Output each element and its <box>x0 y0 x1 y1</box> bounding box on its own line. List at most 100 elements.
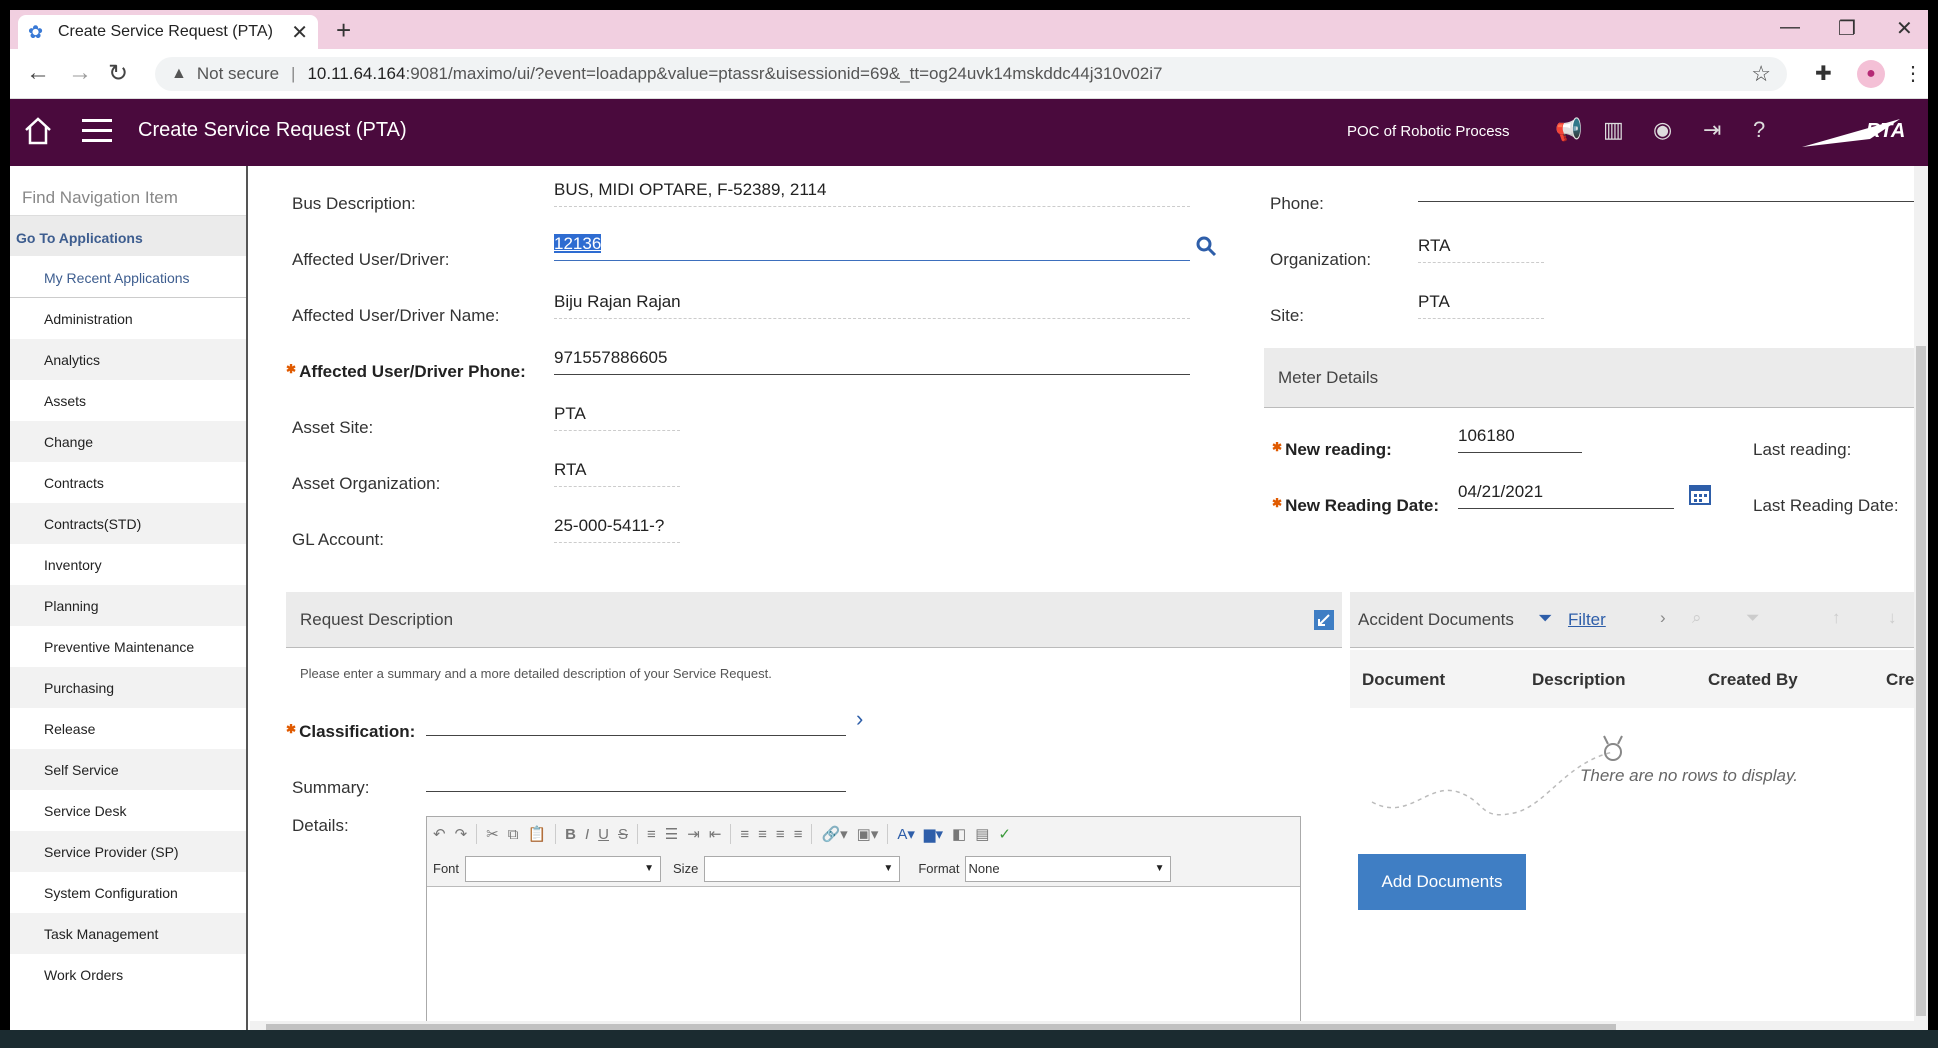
image-icon[interactable]: ▣▾ <box>857 825 879 843</box>
summary-field[interactable] <box>426 770 846 792</box>
size-select[interactable]: ▼ <box>704 855 901 882</box>
sidebar-item-work-orders[interactable]: Work Orders <box>10 954 246 995</box>
move-up-icon[interactable]: ↑ <box>1832 608 1841 628</box>
new-reading-date-field[interactable]: 04/21/2021 <box>1458 482 1674 509</box>
forward-icon[interactable]: → <box>68 59 92 87</box>
background-color-icon[interactable]: ▆▾ <box>924 825 943 843</box>
browser-menu-icon[interactable]: ⋮ <box>1903 61 1923 86</box>
numbered-list-icon[interactable]: ≡ <box>647 826 656 843</box>
clear-filter-icon[interactable]: ⏷ <box>1746 608 1760 628</box>
extensions-icon[interactable]: ✚ <box>1815 61 1832 86</box>
vertical-scrollbar[interactable] <box>1914 166 1928 1024</box>
profile-icon[interactable]: ◉ <box>1653 117 1672 143</box>
copy-icon[interactable]: ⧉ <box>508 826 519 843</box>
vertical-scrollbar-thumb[interactable] <box>1916 346 1926 1016</box>
hamburger-menu-icon[interactable] <box>82 119 112 143</box>
minimize-icon[interactable]: — <box>1780 16 1800 39</box>
close-window-icon[interactable]: ✕ <box>1896 16 1913 41</box>
sidebar-item-contracts-std[interactable]: Contracts(STD) <box>10 503 246 544</box>
search-table-icon[interactable]: ⌕ <box>1692 608 1702 628</box>
align-center-icon[interactable]: ≡ <box>758 826 767 843</box>
bookmark-star-icon[interactable]: ☆ <box>1751 61 1771 87</box>
calendar-icon[interactable] <box>1688 482 1712 506</box>
accident-documents-toolbar: Accident Documents ⏷ Filter › ⌕ ⏷ ↑ ↓ <box>1350 592 1928 648</box>
url-path: :9081/maximo/ui/?event=loadapp&value=pta… <box>405 64 1163 83</box>
justify-icon[interactable]: ≡ <box>794 826 803 843</box>
spellcheck-icon[interactable]: ✓ <box>998 825 1011 843</box>
phone-field[interactable] <box>1418 184 1928 202</box>
font-color-icon[interactable]: A▾ <box>897 825 915 843</box>
new-tab-icon[interactable]: + <box>336 15 351 46</box>
affected-user-name-value: Biju Rajan Rajan <box>554 292 1190 319</box>
summary-label: Summary: <box>292 778 370 797</box>
profile-avatar-icon[interactable]: ● <box>1857 60 1885 88</box>
bulletins-icon[interactable]: 📢 <box>1555 117 1582 143</box>
filter-link[interactable]: Filter <box>1568 610 1606 630</box>
align-left-icon[interactable]: ≡ <box>740 826 749 843</box>
sidebar-item-analytics[interactable]: Analytics <box>10 339 246 380</box>
svg-text:RTA: RTA <box>1866 120 1905 142</box>
paste-text-icon[interactable]: ▤ <box>975 825 989 843</box>
url-input[interactable]: ▲ Not secure | 10.11.64.164 :9081/maximo… <box>155 57 1787 91</box>
find-navigation-input[interactable]: Find Navigation Item <box>10 166 246 216</box>
bold-icon[interactable]: B <box>565 826 576 843</box>
close-tab-icon[interactable]: ✕ <box>291 20 308 45</box>
browser-tab[interactable]: ✿ Create Service Request (PTA) ✕ <box>18 15 318 49</box>
format-value: None <box>968 860 1000 876</box>
strikethrough-icon[interactable]: S <box>618 826 628 843</box>
back-icon[interactable]: ← <box>26 59 50 87</box>
go-to-applications-header[interactable]: Go To Applications <box>10 216 246 256</box>
affected-user-phone-field[interactable]: 971557886605 <box>554 348 1190 375</box>
indent-icon[interactable]: ⇥ <box>687 825 700 843</box>
affected-user-field[interactable]: 12136 <box>554 234 1190 261</box>
sidebar-item-contracts[interactable]: Contracts <box>10 462 246 503</box>
sidebar-item-inventory[interactable]: Inventory <box>10 544 246 585</box>
new-reading-field[interactable]: 106180 <box>1458 426 1582 453</box>
expand-section-icon[interactable] <box>1314 610 1334 630</box>
format-select[interactable]: None ▼ <box>965 855 1172 882</box>
sidebar-item-administration[interactable]: Administration <box>10 298 246 339</box>
my-recent-applications[interactable]: My Recent Applications <box>10 256 246 298</box>
link-icon[interactable]: 🔗▾ <box>821 825 847 843</box>
sidebar-item-self-service[interactable]: Self Service <box>10 749 246 790</box>
details-rich-text-editor[interactable]: ↶ ↷ ✂ ⧉ 📋 B I U S ≡ ☰ ⇥ ⇤ ≡ ≡ ≡ ≡ 🔗▾ ▣▾ … <box>426 816 1301 1036</box>
sidebar-item-service-provider[interactable]: Service Provider (SP) <box>10 831 246 872</box>
outdent-icon[interactable]: ⇤ <box>709 825 722 843</box>
sidebar-item-purchasing[interactable]: Purchasing <box>10 667 246 708</box>
underline-icon[interactable]: U <box>598 826 609 843</box>
sidebar-item-system-configuration[interactable]: System Configuration <box>10 872 246 913</box>
filter-icon[interactable]: ⏷ <box>1538 608 1552 629</box>
italic-icon[interactable]: I <box>585 826 589 843</box>
reports-icon[interactable]: ▥ <box>1603 117 1624 143</box>
sidebar-item-task-management[interactable]: Task Management <box>10 913 246 954</box>
search-icon[interactable] <box>1194 234 1218 258</box>
sidebar-item-release[interactable]: Release <box>10 708 246 749</box>
column-description[interactable]: Description <box>1532 670 1626 690</box>
bullet-list-icon[interactable]: ☰ <box>665 825 678 843</box>
sidebar-item-change[interactable]: Change <box>10 421 246 462</box>
sidebar-item-planning[interactable]: Planning <box>10 585 246 626</box>
home-icon[interactable] <box>22 115 54 147</box>
add-documents-button[interactable]: Add Documents <box>1358 854 1526 910</box>
align-right-icon[interactable]: ≡ <box>776 826 785 843</box>
undo-icon[interactable]: ↶ <box>433 825 446 843</box>
sidebar-item-service-desk[interactable]: Service Desk <box>10 790 246 831</box>
column-created-by[interactable]: Created By <box>1708 670 1798 690</box>
font-select[interactable]: ▼ <box>465 855 662 882</box>
classification-field[interactable] <box>426 714 846 736</box>
help-icon[interactable]: ? <box>1753 117 1765 143</box>
paste-icon[interactable]: 📋 <box>527 825 546 843</box>
reload-icon[interactable]: ↻ <box>108 59 128 88</box>
sidebar-item-assets[interactable]: Assets <box>10 380 246 421</box>
sign-out-icon[interactable]: ⇥ <box>1703 117 1721 143</box>
column-document[interactable]: Document <box>1362 670 1445 690</box>
move-down-icon[interactable]: ↓ <box>1888 608 1897 628</box>
source-icon[interactable]: ◧ <box>952 825 966 843</box>
sidebar-item-preventive-maintenance[interactable]: Preventive Maintenance <box>10 626 246 667</box>
redo-icon[interactable]: ↷ <box>455 825 468 843</box>
next-chevron-icon[interactable]: › <box>1660 608 1666 628</box>
required-icon: ✱ <box>286 722 297 736</box>
restore-icon[interactable]: ❐ <box>1838 16 1856 41</box>
classification-chevron-icon[interactable]: › <box>856 706 863 732</box>
cut-icon[interactable]: ✂ <box>486 825 499 843</box>
